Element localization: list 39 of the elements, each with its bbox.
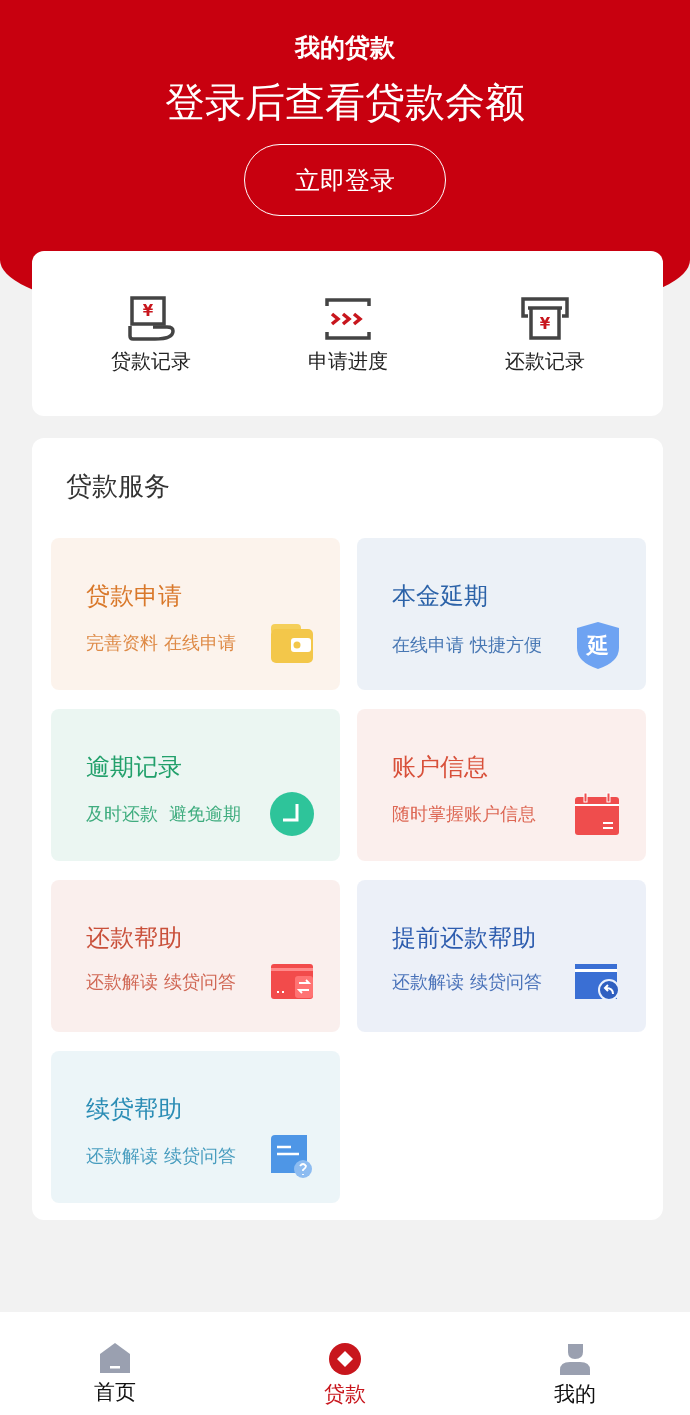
tile-subtitle: 及时还款 避免逾期 [86,802,242,826]
page-title: 我的贷款 [295,32,395,64]
tile-subtitle: 随时掌握账户信息 [392,802,536,826]
person-icon [558,1342,592,1376]
tile-title: 逾期记录 [86,752,183,783]
home-icon [99,1342,131,1374]
quick-link-label[interactable]: 还款记录 [504,348,585,375]
service-tile[interactable]: 还款帮助 还款解读 续贷问答 [51,880,340,1032]
quick-link-label[interactable]: 申请进度 [307,348,388,375]
tab-item[interactable]: 贷款 [285,1342,405,1408]
tile-subtitle: 还款解读 续贷问答 [86,970,236,994]
calendar-icon [573,791,621,837]
tile-subtitle: 完善资料 在线申请 [86,631,236,655]
tile-title: 续贷帮助 [86,1094,183,1125]
coin-icon [328,1342,362,1376]
card-icon [269,962,315,1002]
service-tile[interactable]: 续贷帮助 还款解读 续贷问答 [51,1051,340,1203]
progress-icon [322,296,373,342]
section-title: 贷款服务 [66,470,171,503]
tile-subtitle: 还款解读 续贷问答 [392,970,542,994]
headline: 登录后查看贷款余额 [165,78,525,127]
document-question-icon [269,1133,315,1179]
shield-icon: 延 [575,620,621,670]
service-tile[interactable]: 本金延期 在线申请 快捷方便 延 [357,538,646,690]
tile-subtitle: 在线申请 快捷方便 [392,633,542,657]
service-tile[interactable]: 逾期记录 及时还款 避免逾期 [51,709,340,861]
tile-subtitle: 还款解读 续贷问答 [86,1144,236,1168]
tile-title: 还款帮助 [86,923,183,954]
tab-item[interactable]: 我的 [515,1342,635,1408]
clock-icon [269,791,315,837]
service-tile[interactable]: 账户信息 随时掌握账户信息 [357,709,646,861]
card-return-icon [573,962,621,1002]
tile-title: 账户信息 [392,752,489,783]
tab-item[interactable]: 首页 [55,1342,175,1406]
tile-title: 提前还款帮助 [392,923,537,954]
service-tile[interactable]: 提前还款帮助 还款解读 续贷问答 [357,880,646,1032]
tile-title: 贷款申请 [86,581,183,612]
tile-title: 本金延期 [392,581,489,612]
quick-link-label[interactable]: 贷款记录 [110,348,191,375]
